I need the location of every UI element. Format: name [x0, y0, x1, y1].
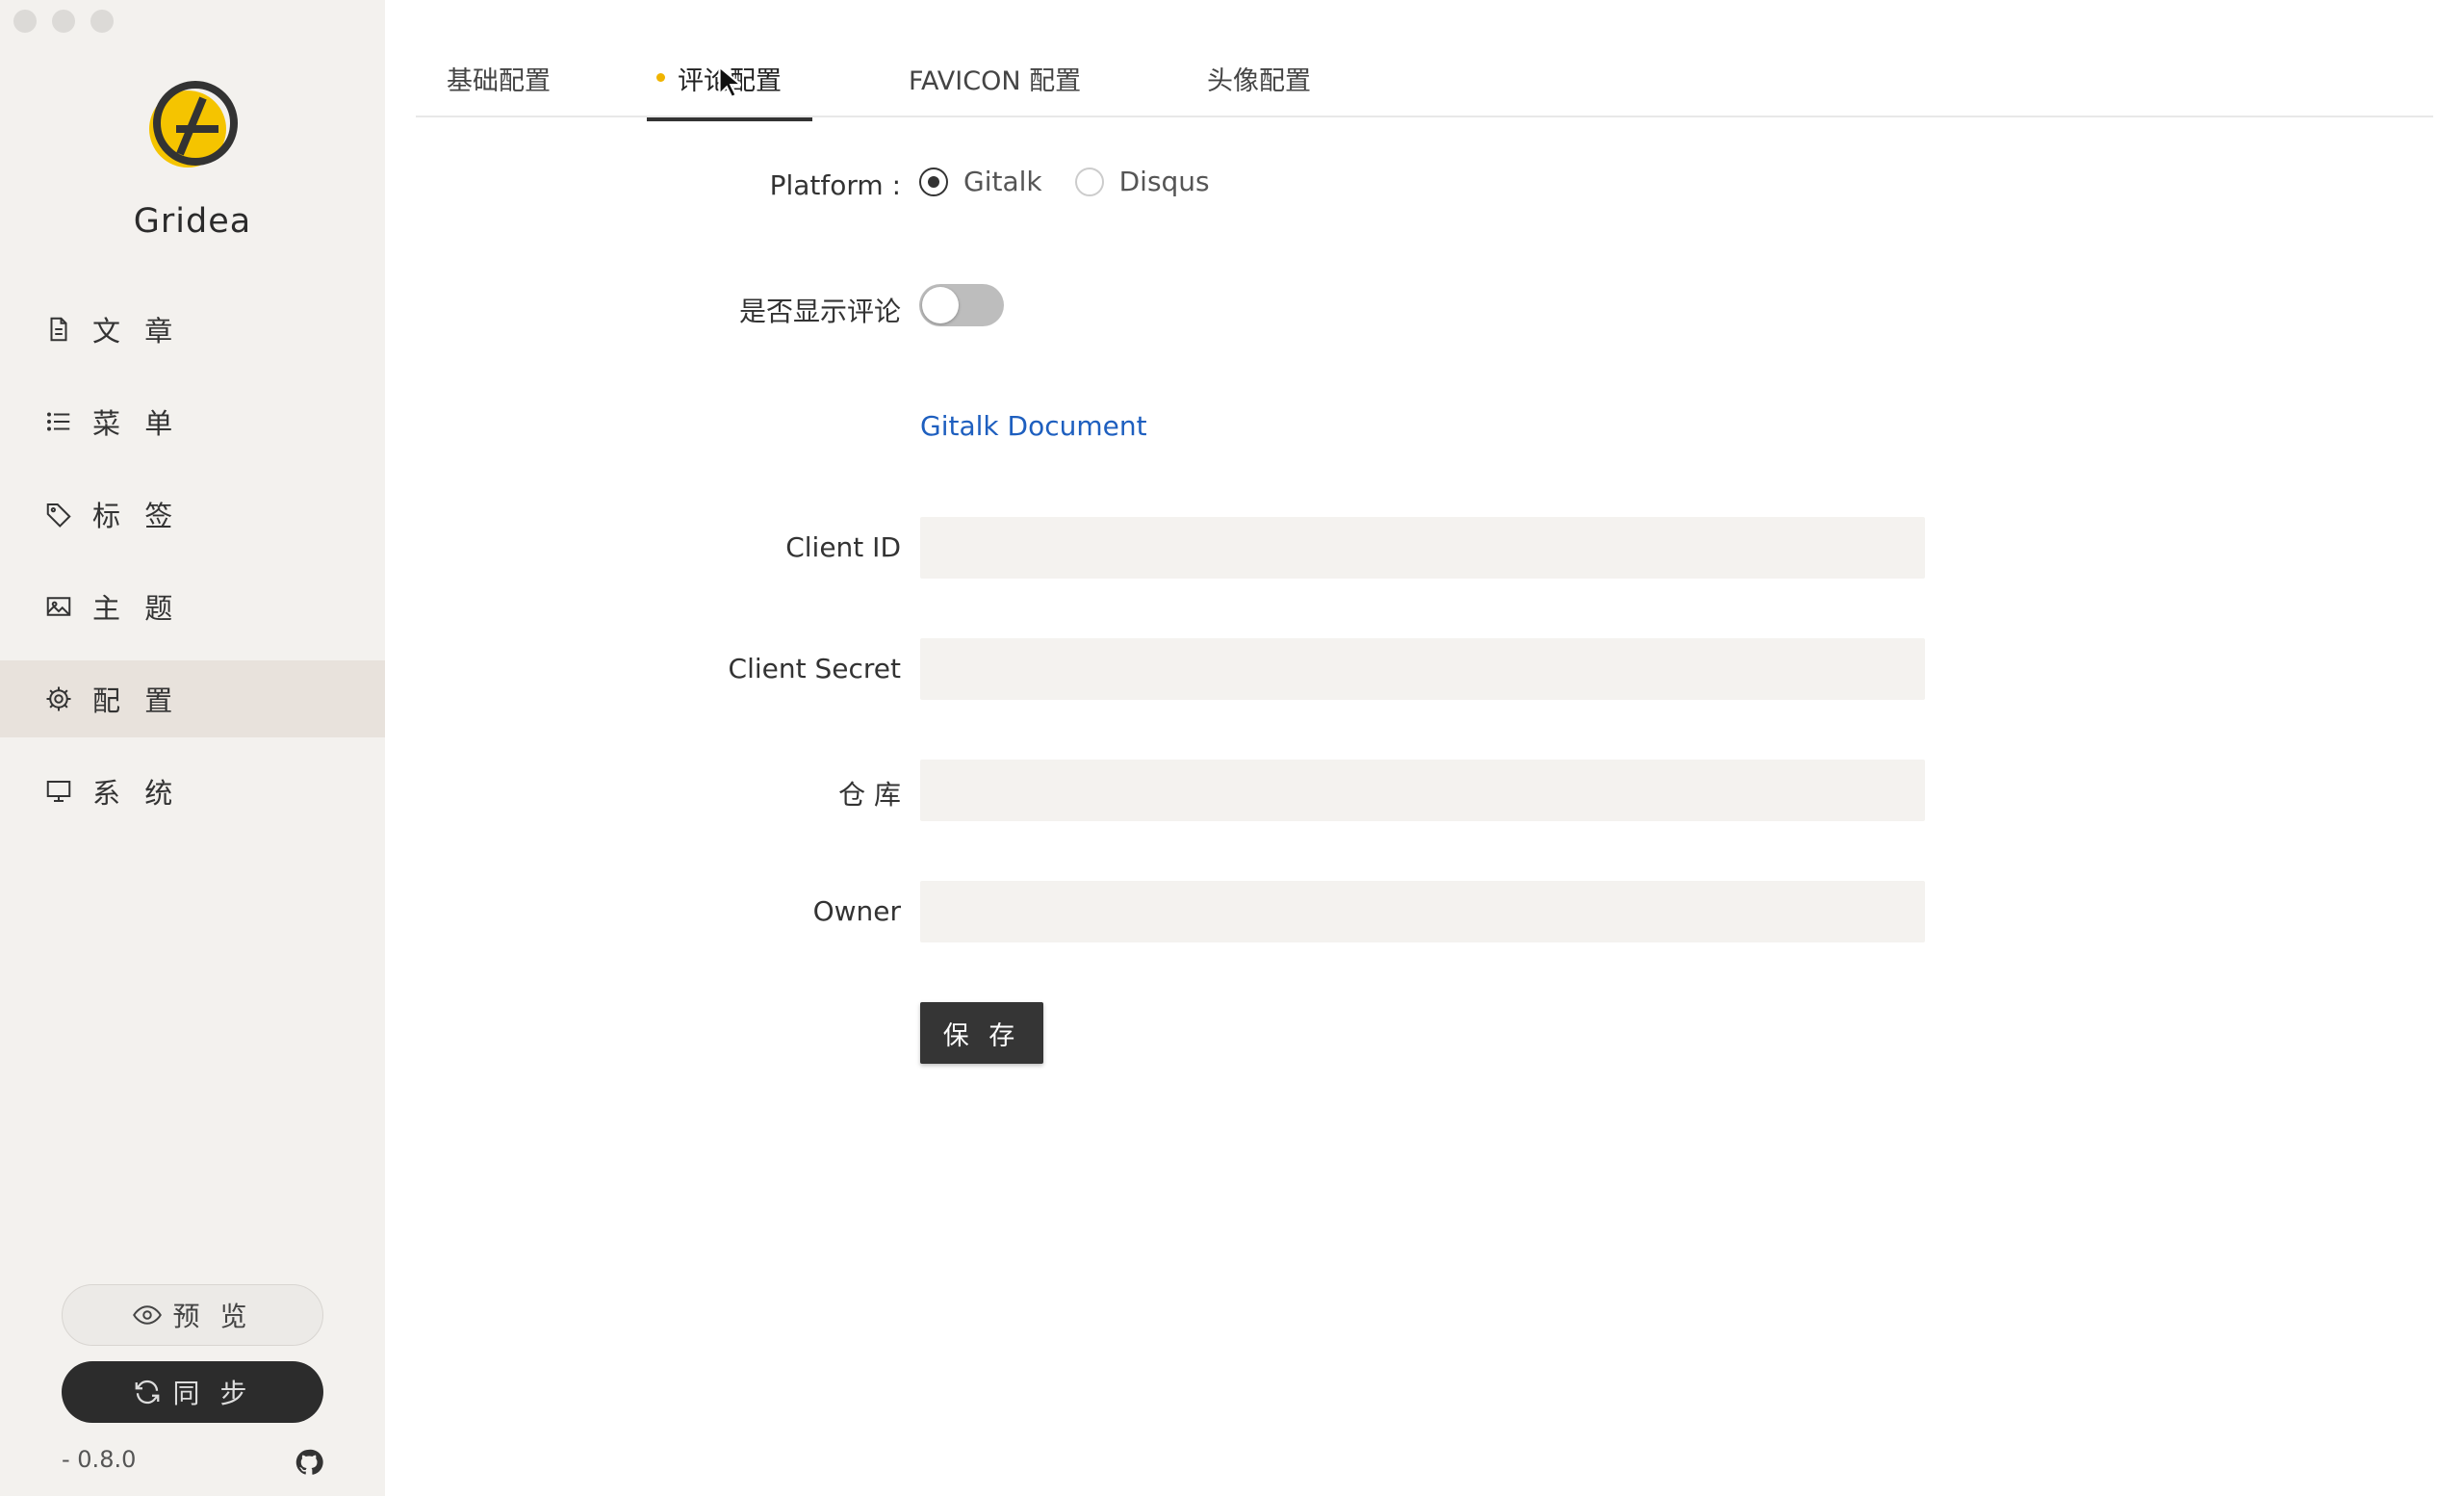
tab-favicon[interactable]: FAVICON 配置 [909, 60, 1081, 114]
tab-label: 基础配置 [447, 66, 551, 96]
sidebar-item-theme[interactable]: 主 题 [0, 568, 385, 645]
client-id-label: Client ID [785, 531, 901, 563]
tab-avatar[interactable]: 头像配置 [1207, 60, 1311, 114]
sync-button-label: 同 步 [173, 1373, 253, 1411]
sidebar: Gridea 文 章 菜 单 标 签 主 题 配 置 系 统 预 览 [0, 0, 385, 1496]
platform-label: Platform : [770, 169, 901, 201]
github-icon[interactable] [295, 1448, 323, 1477]
sidebar-item-tags[interactable]: 标 签 [0, 476, 385, 553]
owner-label: Owner [813, 895, 901, 927]
minimize-window-button[interactable] [52, 10, 75, 33]
preview-button-label: 预 览 [173, 1296, 253, 1334]
tab-label: FAVICON 配置 [909, 66, 1081, 96]
tab-label: 头像配置 [1207, 66, 1311, 96]
tag-icon [44, 500, 73, 529]
monitor-icon [44, 777, 73, 806]
sidebar-item-label: 主 题 [92, 586, 180, 627]
tab-basic[interactable]: 基础配置 [447, 60, 551, 114]
app-brand: Gridea [0, 202, 385, 241]
image-icon [44, 592, 73, 621]
gridea-logo-icon [141, 77, 244, 173]
sidebar-item-label: 标 签 [92, 494, 180, 534]
platform-radio-group: Gitalk Disqus [919, 166, 1243, 197]
app-version: - 0.8.0 [62, 1446, 136, 1473]
radio-disqus[interactable] [1075, 168, 1104, 196]
sidebar-item-label: 配 置 [92, 679, 180, 719]
client-secret-input[interactable] [920, 638, 1925, 700]
sidebar-item-label: 系 统 [92, 771, 180, 812]
sync-button[interactable]: 同 步 [62, 1361, 323, 1423]
eye-icon [133, 1301, 162, 1329]
sidebar-item-settings[interactable]: 配 置 [0, 660, 385, 737]
radio-gitalk-label[interactable]: Gitalk [963, 166, 1042, 197]
client-secret-label: Client Secret [729, 653, 901, 684]
list-icon [44, 407, 73, 436]
file-icon [44, 315, 73, 344]
repository-input[interactable] [920, 760, 1925, 821]
repository-label: 仓 库 [838, 774, 901, 812]
window-controls [13, 10, 114, 33]
sidebar-item-articles[interactable]: 文 章 [0, 291, 385, 368]
sidebar-item-label: 文 章 [92, 309, 180, 349]
radio-gitalk[interactable] [919, 168, 948, 196]
sidebar-nav: 文 章 菜 单 标 签 主 题 配 置 系 统 [0, 291, 385, 845]
sidebar-item-menu[interactable]: 菜 单 [0, 383, 385, 460]
preview-button[interactable]: 预 览 [62, 1284, 323, 1346]
gitalk-document-link[interactable]: Gitalk Document [920, 410, 1147, 442]
show-comments-label: 是否显示评论 [739, 291, 901, 329]
owner-input[interactable] [920, 881, 1925, 942]
save-button[interactable]: 保 存 [920, 1002, 1043, 1064]
gear-icon [44, 684, 73, 713]
refresh-icon [133, 1378, 162, 1406]
client-id-input[interactable] [920, 517, 1925, 579]
show-comments-toggle[interactable] [919, 284, 1004, 326]
radio-disqus-label[interactable]: Disqus [1119, 166, 1210, 197]
sidebar-item-label: 菜 单 [92, 401, 180, 442]
mouse-cursor-icon [718, 65, 741, 100]
close-window-button[interactable] [13, 10, 37, 33]
unsaved-dot-icon [656, 73, 665, 82]
sidebar-item-system[interactable]: 系 统 [0, 753, 385, 830]
maximize-window-button[interactable] [90, 10, 114, 33]
